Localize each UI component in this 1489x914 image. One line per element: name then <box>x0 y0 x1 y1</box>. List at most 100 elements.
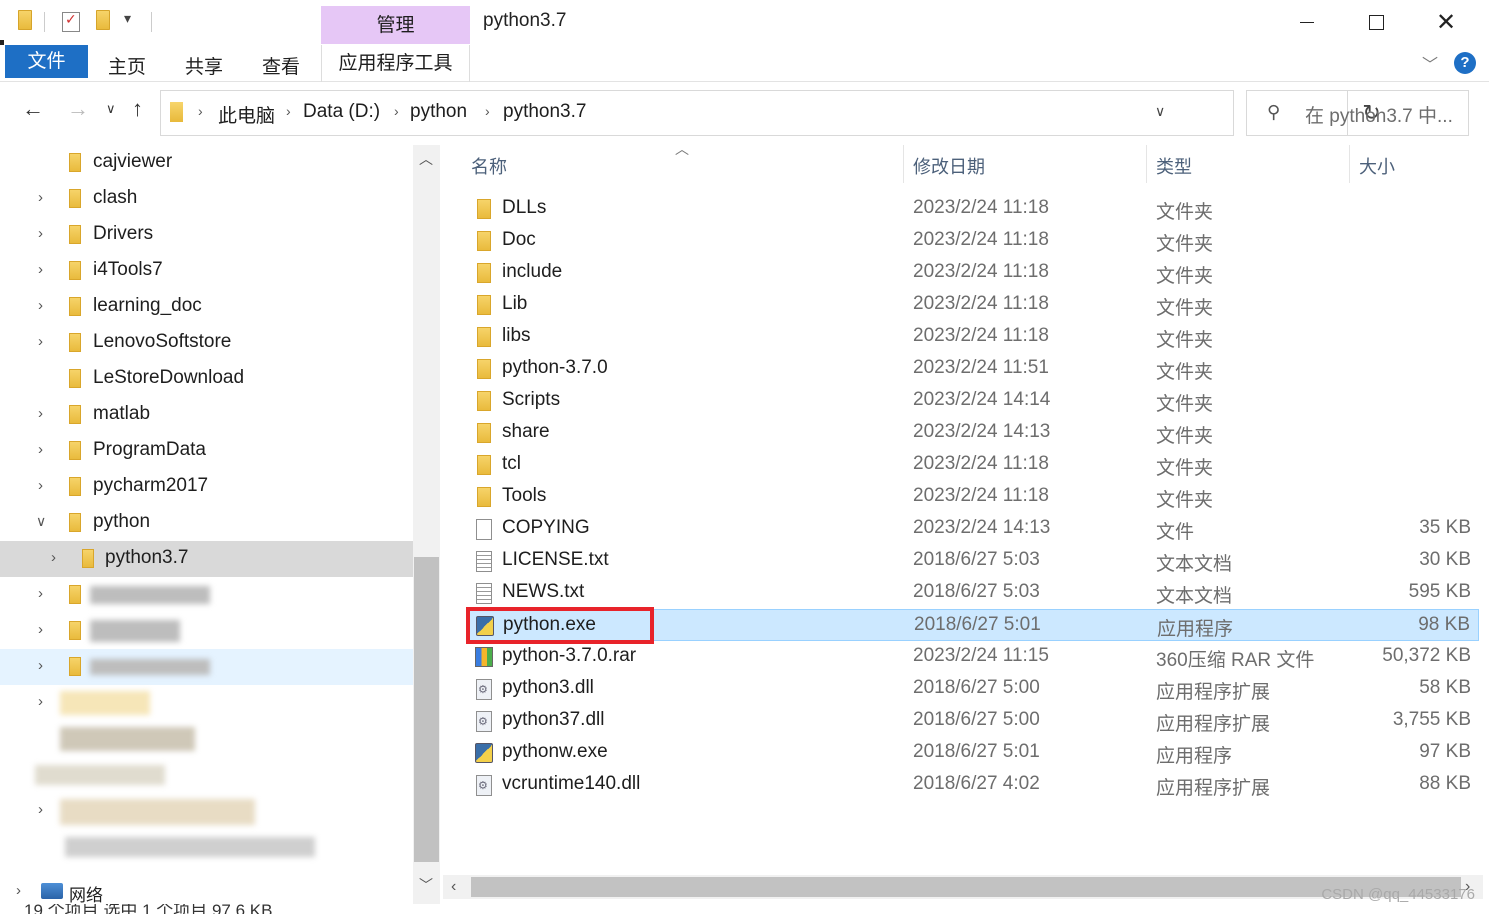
file-row[interactable]: Lib 2023/2/24 11:18 文件夹 <box>466 289 1479 321</box>
tree-item-obscured[interactable]: › <box>0 793 413 829</box>
file-row[interactable]: include 2023/2/24 11:18 文件夹 <box>466 257 1479 289</box>
up-arrow-icon[interactable]: ↑ <box>132 96 143 122</box>
search-box[interactable]: ⚲ 在 python3.7 中... <box>1246 90 1469 136</box>
tree-item-obscured[interactable]: › <box>0 613 413 649</box>
file-row[interactable]: Scripts 2023/2/24 14:14 文件夹 <box>466 385 1479 417</box>
column-divider[interactable] <box>903 145 904 183</box>
chevron-right-icon[interactable]: › <box>38 477 43 494</box>
folder-icon <box>69 513 81 532</box>
chevron-right-icon[interactable]: › <box>38 189 43 206</box>
tree-item-obscured[interactable]: › <box>0 577 413 613</box>
tree-item-learning-doc[interactable]: › learning_doc <box>0 289 413 325</box>
search-input[interactable]: 在 python3.7 中... <box>1305 101 1453 128</box>
file-row[interactable]: share 2023/2/24 14:13 文件夹 <box>466 417 1479 449</box>
vertical-scrollbar[interactable]: ︿ ﹀ <box>413 145 440 905</box>
tree-item-lenovosoftstore[interactable]: › LenovoSoftstore <box>0 325 413 361</box>
chevron-down-icon[interactable]: ﹀ <box>1422 51 1438 75</box>
tree-item-programdata[interactable]: › ProgramData <box>0 433 413 469</box>
tree-item-obscured[interactable]: › <box>0 685 413 721</box>
chevron-right-icon[interactable]: › <box>286 103 291 119</box>
properties-icon[interactable]: ✓ <box>62 11 80 32</box>
column-divider[interactable] <box>1146 145 1147 183</box>
file-type: 文件夹 <box>1156 426 1214 447</box>
forward-arrow-icon[interactable]: → <box>67 96 89 122</box>
chevron-down-icon[interactable]: ∨ <box>36 513 46 530</box>
tree-item-python37[interactable]: › python3.7 <box>0 541 413 577</box>
file-row[interactable]: python-3.7.0 2023/2/24 11:51 文件夹 <box>466 353 1479 385</box>
tree-item-obscured[interactable] <box>0 757 413 793</box>
chevron-right-icon[interactable]: › <box>394 103 399 119</box>
folder-icon[interactable] <box>18 10 32 30</box>
maximize-icon[interactable] <box>1341 0 1411 45</box>
chevron-right-icon[interactable]: › <box>485 103 490 119</box>
tab-file[interactable]: 文件 <box>5 45 88 78</box>
tree-item-obscured[interactable] <box>0 721 413 757</box>
tree-item-drivers[interactable]: › Drivers <box>0 217 413 253</box>
tree-item-clash[interactable]: › clash <box>0 181 413 217</box>
file-row[interactable]: pythonw.exe 2018/6/27 5:01 应用程序 97 KB <box>466 737 1479 769</box>
tree-item-python[interactable]: ∨ python <box>0 505 413 541</box>
context-tab-header[interactable]: 管理 <box>321 6 470 44</box>
tree-item-i4tools7[interactable]: › i4Tools7 <box>0 253 413 289</box>
customize-dropdown-icon[interactable]: ▾ <box>124 10 131 27</box>
new-folder-icon[interactable] <box>96 10 110 30</box>
help-icon[interactable]: ? <box>1454 52 1476 74</box>
column-header-date[interactable]: 修改日期 <box>913 153 985 179</box>
chevron-right-icon[interactable]: › <box>38 585 43 602</box>
breadcrumb-python[interactable]: python <box>410 101 467 123</box>
close-icon[interactable]: ✕ <box>1411 0 1481 45</box>
column-divider[interactable] <box>1349 145 1350 183</box>
file-row[interactable]: NEWS.txt 2018/6/27 5:03 文本文档 595 KB <box>466 577 1479 609</box>
file-row[interactable]: python37.dll 2018/6/27 5:00 应用程序扩展 3,755 KB <box>466 705 1479 737</box>
scrollbar-thumb[interactable] <box>471 877 1461 897</box>
file-row[interactable]: Tools 2023/2/24 11:18 文件夹 <box>466 481 1479 513</box>
tree-item-network[interactable]: › 网络 <box>0 880 413 905</box>
breadcrumb-python37[interactable]: python3.7 <box>503 101 586 123</box>
file-row[interactable]: python-3.7.0.rar 2023/2/24 11:15 360压缩 RAR… <box>466 641 1479 673</box>
chevron-down-icon[interactable]: ∨ <box>1155 103 1165 120</box>
chevron-right-icon[interactable]: › <box>38 405 43 422</box>
chevron-right-icon[interactable]: › <box>38 297 43 314</box>
tab-application-tools[interactable]: 应用程序工具 <box>321 45 470 82</box>
chevron-right-icon[interactable]: › <box>38 261 43 278</box>
column-header-size[interactable]: 大小 <box>1359 153 1395 179</box>
file-row[interactable]: tcl 2023/2/24 11:18 文件夹 <box>466 449 1479 481</box>
tree-item-obscured[interactable] <box>0 829 413 865</box>
address-bar[interactable]: › 此电脑 › Data (D:) › python › python3.7 ∨… <box>160 90 1381 136</box>
scroll-left-icon[interactable]: ‹ <box>451 875 456 899</box>
chevron-right-icon[interactable]: › <box>38 333 43 350</box>
tab-home[interactable]: 主页 <box>108 52 146 79</box>
minimize-icon[interactable] <box>1272 0 1342 45</box>
tree-item-cajviewer[interactable]: cajviewer <box>0 145 413 181</box>
breadcrumb-drive[interactable]: Data (D:) <box>303 101 380 123</box>
chevron-right-icon[interactable]: › <box>38 657 43 674</box>
back-arrow-icon[interactable]: ← <box>22 96 44 122</box>
tab-view[interactable]: 查看 <box>262 52 300 79</box>
scroll-down-icon[interactable]: ﹀ <box>419 875 433 895</box>
column-header-type[interactable]: 类型 <box>1156 153 1192 179</box>
file-row[interactable]: LICENSE.txt 2018/6/27 5:03 文本文档 30 KB <box>466 545 1479 577</box>
tab-share[interactable]: 共享 <box>185 52 223 79</box>
tree-item-matlab[interactable]: › matlab <box>0 397 413 433</box>
file-row[interactable]: libs 2023/2/24 11:18 文件夹 <box>466 321 1479 353</box>
chevron-right-icon[interactable]: › <box>38 225 43 242</box>
column-header-name[interactable]: 名称 <box>471 153 507 179</box>
chevron-right-icon[interactable]: › <box>38 693 43 710</box>
tree-item-pycharm2017[interactable]: › pycharm2017 <box>0 469 413 505</box>
file-row[interactable]: DLLs 2023/2/24 11:18 文件夹 <box>466 193 1479 225</box>
chevron-right-icon[interactable]: › <box>51 549 56 566</box>
scrollbar-thumb[interactable] <box>414 557 439 862</box>
breadcrumb-this-pc[interactable]: 此电脑 <box>218 101 275 128</box>
chevron-right-icon[interactable]: › <box>38 621 43 638</box>
tree-item-lestoredownload[interactable]: LeStoreDownload <box>0 361 413 397</box>
chevron-right-icon[interactable]: › <box>16 882 21 899</box>
chevron-right-icon[interactable]: › <box>38 441 43 458</box>
file-row[interactable]: Doc 2023/2/24 11:18 文件夹 <box>466 225 1479 257</box>
file-row[interactable]: vcruntime140.dll 2018/6/27 4:02 应用程序扩展 88 K… <box>466 769 1479 801</box>
scroll-up-icon[interactable]: ︿ <box>419 149 433 169</box>
tree-item-obscured[interactable]: › <box>0 649 413 685</box>
chevron-right-icon[interactable]: › <box>38 801 43 818</box>
recent-locations-icon[interactable]: ∨ <box>106 101 116 117</box>
file-row[interactable]: python3.dll 2018/6/27 5:00 应用程序扩展 58 KB <box>466 673 1479 705</box>
file-row[interactable]: COPYING 2023/2/24 14:13 文件 35 KB <box>466 513 1479 545</box>
